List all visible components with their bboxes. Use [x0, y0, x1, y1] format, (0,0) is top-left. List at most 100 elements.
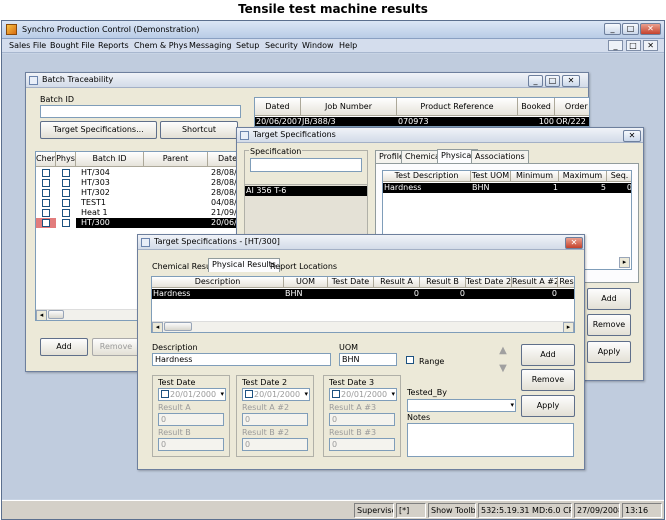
target-specifications-button[interactable]: Target Specifications...: [40, 121, 157, 139]
phys-checkbox[interactable]: [62, 179, 70, 187]
chem-checkbox[interactable]: [42, 219, 50, 227]
scroll-right-icon[interactable]: ▸: [563, 322, 574, 332]
col-phys[interactable]: Phys: [56, 152, 76, 167]
test-date-2-picker[interactable]: 20/01/2000 ▾: [242, 388, 310, 401]
result-b-2-input[interactable]: 0: [242, 438, 308, 451]
test-date-picker[interactable]: 20/01/2000 ▾: [158, 388, 226, 401]
results-remove-button[interactable]: Remove: [521, 369, 575, 391]
chem-checkbox[interactable]: [42, 179, 50, 187]
scroll-thumb[interactable]: [48, 310, 64, 319]
col-uom[interactable]: UOM: [284, 277, 328, 288]
test-date-3-picker[interactable]: 20/01/2000 ▾: [329, 388, 397, 401]
minimize-button[interactable]: _: [604, 23, 621, 35]
menu-sales-file[interactable]: Sales File: [9, 41, 46, 50]
col-order-number[interactable]: Order Numb: [555, 98, 589, 116]
col-minimum[interactable]: Minimum: [511, 171, 559, 182]
table-row[interactable]: Heat 1 21/09/: [36, 208, 239, 218]
description-input[interactable]: Hardness: [152, 353, 331, 366]
status-show-toolbar[interactable]: Show Toolbar: [428, 503, 476, 518]
col-job-number[interactable]: Job Number: [301, 98, 397, 116]
result-a-input[interactable]: 0: [158, 413, 224, 426]
phys-checkbox[interactable]: [62, 209, 70, 217]
scroll-right-icon[interactable]: ▸: [619, 257, 630, 268]
chem-checkbox[interactable]: [42, 199, 50, 207]
col-booked[interactable]: Booked: [518, 98, 555, 116]
table-row[interactable]: TEST1 04/08/: [36, 198, 239, 208]
menu-setup[interactable]: Setup: [236, 41, 259, 50]
col-test-date-2[interactable]: Test Date 2: [466, 277, 512, 288]
col-description[interactable]: Description: [152, 277, 284, 288]
col-result-a-2[interactable]: Result A #2: [512, 277, 558, 288]
batch-add-button[interactable]: Add: [40, 338, 88, 356]
col-parent[interactable]: Parent: [144, 152, 208, 167]
chem-checkbox[interactable]: [42, 209, 50, 217]
table-row[interactable]: HT/304 28/08/: [36, 168, 239, 178]
specs-remove-button[interactable]: Remove: [587, 314, 631, 336]
specification-input[interactable]: [250, 158, 362, 172]
close-button[interactable]: ✕: [640, 23, 661, 35]
batch-minimize-button[interactable]: _: [528, 75, 543, 87]
col-test-description[interactable]: Test Description: [383, 171, 471, 182]
dropdown-arrow-icon[interactable]: ▾: [304, 389, 308, 400]
results-grid-scrollbar[interactable]: ◂ ▸: [152, 321, 574, 332]
table-row[interactable]: HT/303 28/08/: [36, 178, 239, 188]
results-add-button[interactable]: Add: [521, 344, 575, 366]
test-date-checkbox[interactable]: [161, 390, 169, 398]
maximize-button[interactable]: □: [622, 23, 639, 35]
table-row[interactable]: Hardness BHN 1 5 0: [383, 183, 631, 193]
result-a-2-input[interactable]: 0: [242, 413, 308, 426]
col-result-b[interactable]: Result B: [420, 277, 466, 288]
test-date-2-checkbox[interactable]: [245, 390, 253, 398]
menu-window[interactable]: Window: [302, 41, 334, 50]
list-item[interactable]: AI 356 T-6: [245, 186, 367, 196]
col-res[interactable]: Res: [558, 277, 574, 288]
result-b-3-input[interactable]: 0: [329, 438, 395, 451]
chem-checkbox[interactable]: [42, 189, 50, 197]
batch-remove-button[interactable]: Remove: [92, 338, 140, 356]
col-result-a[interactable]: Result A: [374, 277, 420, 288]
phys-checkbox[interactable]: [62, 189, 70, 197]
dropdown-arrow-icon[interactable]: ▾: [220, 389, 224, 400]
uom-input[interactable]: BHN: [339, 353, 397, 366]
col-chem[interactable]: Chem: [36, 152, 56, 167]
scroll-thumb[interactable]: [164, 322, 192, 331]
menu-messaging[interactable]: Messaging: [189, 41, 232, 50]
mdi-child-controls[interactable]: _ □ ✕: [608, 40, 660, 51]
menu-security[interactable]: Security: [265, 41, 298, 50]
tab-associations[interactable]: Associations: [471, 150, 529, 163]
menu-chem-phys[interactable]: Chem & Phys: [134, 41, 188, 50]
col-maximum[interactable]: Maximum: [559, 171, 607, 182]
col-product-reference[interactable]: Product Reference: [397, 98, 518, 116]
test-date-3-checkbox[interactable]: [332, 390, 340, 398]
batch-id-input[interactable]: [40, 105, 241, 118]
scroll-left-icon[interactable]: ◂: [36, 310, 47, 320]
col-test-date[interactable]: Test Date: [328, 277, 374, 288]
menu-help[interactable]: Help: [339, 41, 357, 50]
results-close-button[interactable]: ✕: [565, 237, 583, 249]
menu-reports[interactable]: Reports: [98, 41, 129, 50]
range-checkbox[interactable]: [406, 356, 414, 364]
shortcut-button[interactable]: Shortcut: [160, 121, 238, 139]
batch-maximize-button[interactable]: □: [545, 75, 560, 87]
table-row[interactable]: HT/300 20/06/: [36, 218, 239, 228]
specs-close-button[interactable]: ✕: [623, 130, 641, 142]
table-row[interactable]: HT/302 28/08/: [36, 188, 239, 198]
chem-checkbox[interactable]: [42, 169, 50, 177]
phys-checkbox[interactable]: [62, 219, 70, 227]
tab-report-locations[interactable]: Report Locations: [266, 260, 341, 273]
batch-close-button[interactable]: ✕: [562, 75, 580, 87]
results-apply-button[interactable]: Apply: [521, 395, 575, 417]
scroll-left-icon[interactable]: ◂: [152, 322, 163, 332]
specs-add-button[interactable]: Add: [587, 288, 631, 310]
dropdown-arrow-icon[interactable]: ▾: [510, 400, 514, 411]
col-batch-id[interactable]: Batch ID: [76, 152, 144, 167]
phys-checkbox[interactable]: [62, 199, 70, 207]
result-b-input[interactable]: 0: [158, 438, 224, 451]
col-dated[interactable]: Dated: [255, 98, 301, 116]
col-seq[interactable]: Seq.: [607, 171, 631, 182]
phys-checkbox[interactable]: [62, 169, 70, 177]
tested-by-select[interactable]: ▾: [407, 399, 516, 412]
move-down-button[interactable]: ▼: [494, 363, 512, 376]
notes-textarea[interactable]: [407, 423, 574, 457]
table-row[interactable]: 20/06/2007 JB/388/3 070973 100 OR/222: [255, 117, 589, 126]
